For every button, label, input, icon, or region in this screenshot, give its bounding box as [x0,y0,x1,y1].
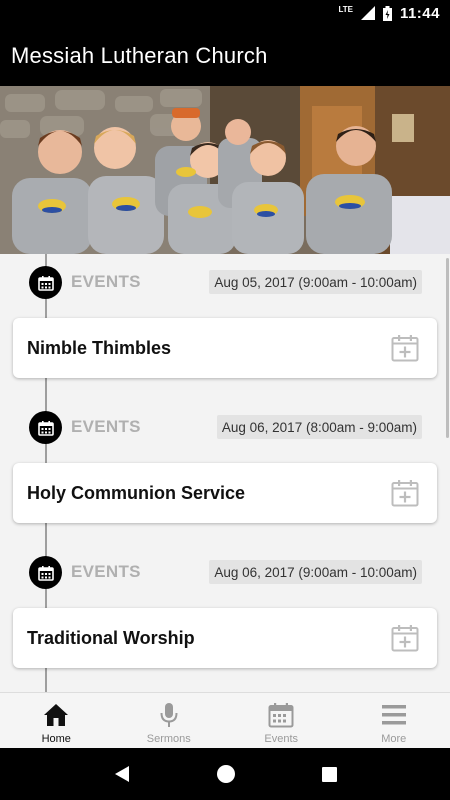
calendar-icon [268,703,294,728]
event-card[interactable]: Nimble Thimbles [13,318,437,378]
calendar-badge-icon [29,266,62,299]
nav-sermons-label: Sermons [146,733,191,745]
event-type-label: EVENTS [71,272,141,291]
events-timeline[interactable]: EVENTS Aug 05, 2017 (9:00am - 10:00am) N… [0,254,450,692]
nav-home[interactable]: Home [0,693,113,748]
add-to-calendar-icon[interactable] [391,334,419,362]
group-photo [0,86,450,254]
hero-image [0,86,450,254]
calendar-badge-icon [29,411,62,444]
signal-icon [360,6,375,20]
nav-events-label: Events [264,733,299,745]
app-bar: Messiah Lutheran Church [0,26,450,86]
nav-sermons[interactable]: Sermons [113,693,226,748]
event-header: EVENTS Aug 05, 2017 (9:00am - 10:00am) [0,266,450,299]
add-to-calendar-icon[interactable] [391,479,419,507]
nav-home-label: Home [41,733,71,745]
event-date: Aug 06, 2017 (9:00am - 10:00am) [209,560,422,584]
event-date: Aug 05, 2017 (9:00am - 10:00am) [209,270,422,294]
app-title: Messiah Lutheran Church [11,43,268,68]
event-header: EVENTS Aug 06, 2017 (9:00am - 10:00am) [0,556,450,589]
battery-icon [382,5,392,21]
menu-icon [381,705,406,725]
home-icon [44,704,69,726]
event-item: EVENTS Aug 06, 2017 (8:00am - 9:00am) Ho… [0,399,450,544]
event-title: Nimble Thimbles [27,337,172,358]
network-type: LTE [338,4,353,14]
microphone-icon [160,703,178,727]
event-card[interactable]: Traditional Worship [13,608,437,668]
bottom-nav: Home Sermons Events More [0,692,450,748]
event-title: Holy Communion Service [27,482,246,503]
event-title: Traditional Worship [27,627,195,648]
event-type-label: EVENTS [71,562,141,581]
calendar-badge-icon [29,556,62,589]
nav-more[interactable]: More [338,693,450,748]
event-date: Aug 06, 2017 (8:00am - 9:00am) [216,415,422,439]
nav-events[interactable]: Events [225,693,338,748]
status-time: 11:44 [399,4,440,22]
event-item: EVENTS Aug 06, 2017 (9:00am - 10:00am) T… [0,544,450,689]
event-card[interactable]: Holy Communion Service [13,463,437,523]
recents-icon[interactable] [321,766,338,783]
home-circle-icon[interactable] [216,764,236,784]
event-header: EVENTS Aug 06, 2017 (8:00am - 9:00am) [0,411,450,444]
status-bar: LTE 11:44 [0,0,450,26]
add-to-calendar-icon[interactable] [391,624,419,652]
event-type-label: EVENTS [71,417,141,436]
system-nav-bar [0,748,450,800]
back-icon[interactable] [113,765,131,783]
nav-more-label: More [381,733,407,745]
event-item: EVENTS Aug 05, 2017 (9:00am - 10:00am) N… [0,254,450,399]
